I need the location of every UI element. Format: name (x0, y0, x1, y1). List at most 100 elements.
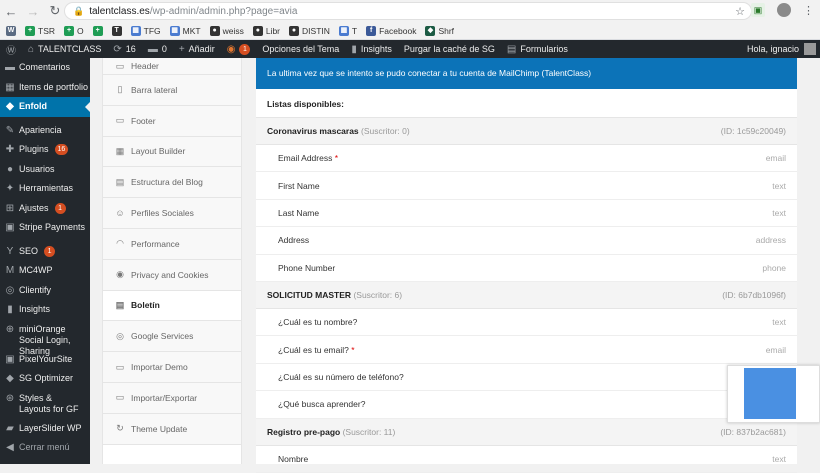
add-new-link[interactable]: + Añadir (173, 40, 221, 58)
purge-cache-link[interactable]: Purgar la caché de SG (398, 40, 501, 58)
theme-menu-label: Importar/Exportar (131, 392, 198, 403)
reload-icon[interactable]: ↻ (44, 3, 66, 19)
field-label: First Name (278, 180, 320, 191)
sidebar-item[interactable]: ▦ Items de portfolio (0, 78, 90, 98)
sidebar-item[interactable]: ✎ Apariencia (0, 121, 90, 141)
field-label: Last Name (278, 207, 320, 218)
sidebar-item[interactable]: ⊞ Ajustes 1 (0, 199, 90, 219)
theme-menu-item[interactable]: ◉ Privacy and Cookies (103, 259, 241, 291)
updates-link[interactable]: ⟳ 16 (107, 40, 141, 58)
field-type: text (772, 453, 786, 464)
user-avatar (804, 43, 816, 55)
field-label: ¿Cuál es su número de teléfono? (278, 371, 404, 382)
account-menu[interactable]: Hola, ignacio (747, 40, 820, 58)
sidebar-item[interactable]: ◀ Cerrar menú (0, 438, 90, 458)
sidebar-item[interactable]: ✦ Herramientas (0, 179, 90, 199)
floating-widget[interactable] (727, 365, 820, 423)
field-label: ¿Qué busca aprender? (278, 399, 366, 410)
list-field-row: ¿Cuál es tu nombre? text (256, 309, 797, 337)
forms-link[interactable]: ▤ Formularios (501, 40, 574, 58)
insights-link[interactable]: ▮ Insights (345, 40, 398, 58)
bookmark-item[interactable]: ◆ Shrf (425, 25, 454, 36)
sidebar-item[interactable]: ● Usuarios (0, 160, 90, 180)
sidebar-item[interactable]: ▣ PixelYourSite (0, 350, 90, 370)
sidebar-item[interactable]: ◆ Enfold (0, 97, 90, 117)
theme-menu-item[interactable]: ↻ Theme Update (103, 413, 241, 445)
extension-icon[interactable]: ▣ (751, 3, 765, 17)
theme-menu-item[interactable]: ◎ Google Services (103, 321, 241, 353)
sidebar-item[interactable]: ▣ Stripe Payments (0, 218, 90, 238)
sidebar-item[interactable]: Y SEO 1 (0, 242, 90, 262)
bookmark-item[interactable]: ▦ TFG (130, 25, 161, 36)
theme-menu-item[interactable]: ▦ Layout Builder (103, 136, 241, 168)
bookmark-item[interactable]: + (92, 25, 103, 36)
theme-menu-item[interactable]: ▭ Importar/Exportar (103, 382, 241, 414)
notifications-link[interactable]: ◉ 1 (221, 40, 257, 58)
sidebar-item[interactable]: ▮ Insights (0, 300, 90, 320)
wordpress-icon: W (6, 25, 16, 36)
update-icon: ↻ (116, 423, 124, 434)
site-name-link[interactable]: ⌂ TALENTCLASS (22, 40, 107, 58)
mailchimp-list-header[interactable]: Coronavirus mascaras (Suscritor: 0) (ID: … (256, 118, 797, 145)
bookmark-item[interactable]: ● DISTIN (289, 25, 330, 36)
plus-icon: + (178, 43, 185, 55)
globe-icon: ● (252, 25, 263, 36)
theme-menu-item[interactable]: ☺ Perfiles Sociales (103, 198, 241, 229)
count-badge: 16 (54, 144, 69, 155)
pixel-icon: ▣ (5, 353, 15, 365)
bookmark-item[interactable]: T (111, 25, 122, 36)
bookmark-item[interactable]: + TSR (25, 25, 55, 36)
theme-menu-item[interactable]: ▭ Header (103, 58, 241, 75)
layers-icon: ▰ (6, 422, 14, 434)
import-icon: ▭ (115, 361, 125, 372)
gauge-icon: ◠ (116, 238, 124, 249)
sidebar-item[interactable]: ⊕ miniOrange Social Login, Sharing (0, 320, 90, 356)
sidebar-item[interactable]: ◎ Clientify (0, 281, 90, 301)
comment-icon: ▬ (5, 62, 15, 73)
comments-link[interactable]: ▬ 0 (142, 40, 173, 58)
sidebar-item-label: PixelYourSite (19, 353, 73, 364)
mailchimp-list-header[interactable]: Registro pre-pago (Suscritor: 11) (ID: 83… (256, 418, 797, 446)
bookmark-item[interactable]: + O (64, 25, 84, 36)
bookmark-item[interactable]: ▦ T (338, 25, 357, 36)
bookmark-item[interactable]: ▦ MKT (169, 25, 201, 36)
address-bar[interactable]: 🔒 talentclass.es/wp-admin/admin.php?page… (64, 2, 752, 20)
theme-menu-item[interactable]: ▤ Estructura del Blog (103, 167, 241, 199)
theme-menu-item[interactable]: ▭ Importar Demo (103, 352, 241, 383)
field-type: text (772, 180, 786, 191)
profile-avatar[interactable] (777, 3, 791, 17)
theme-menu-item[interactable]: ▭ Footer (103, 105, 241, 137)
sidebar-item[interactable]: ▬ Comentarios (0, 58, 90, 78)
bookmark-label: DISTIN (302, 25, 330, 36)
theme-menu-item[interactable]: ▯ Barra lateral (103, 75, 241, 106)
back-icon[interactable]: ← (0, 4, 22, 19)
sidebar-item-label: Enfold (19, 101, 47, 111)
field-label-wrap: ¿Qué busca aprender? (278, 399, 365, 409)
mailchimp-list-header[interactable]: SOLICITUD MASTER (Suscritor: 6) (ID: 6b7d… (256, 281, 797, 309)
sidebar-item[interactable]: ✚ Plugins 16 (0, 140, 90, 160)
theme-menu-item[interactable]: ▤ Boletín (103, 290, 241, 322)
sidebar-item[interactable]: ◆ SG Optimizer (0, 369, 90, 389)
theme-options-link[interactable]: Opciones del Tema (256, 40, 345, 58)
bookmark-item[interactable]: ● Libr (252, 25, 280, 36)
field-type: text (772, 207, 786, 218)
sidebar-item[interactable]: ⊛ Styles & Layouts for GF (0, 389, 90, 419)
stripe-icon: ▣ (5, 222, 15, 233)
bookmarks-bar: W + TSR + O + T ▦ TFG ▦ MKT ● weiss ● Libr ● DISTIN ▦ Tf Fa… (0, 22, 820, 40)
bookmark-item[interactable]: ● weiss (209, 25, 244, 36)
list-field-row: First Name text (256, 172, 797, 200)
user-icon: ● (6, 163, 14, 175)
wrench-icon: ✦ (5, 183, 15, 194)
menu-kebab-icon[interactable]: ⋮ (803, 4, 814, 17)
forward-icon[interactable]: → (22, 4, 44, 19)
theme-menu-item[interactable]: ◠ Performance (103, 228, 241, 260)
bookmark-item[interactable]: W (6, 25, 16, 36)
newsletter-icon: ▤ (115, 299, 125, 310)
sidebar-item[interactable]: M MC4WP (0, 261, 90, 281)
sidebar-item[interactable]: ▰ LayerSlider WP (0, 419, 90, 439)
site-name: TALENTCLASS (38, 44, 102, 54)
wp-logo[interactable]: Ⓦ (0, 40, 22, 58)
bookmark-item[interactable]: f Facebook (366, 25, 416, 36)
bookmark-star-icon[interactable]: ☆ (735, 5, 745, 18)
field-type: phone (762, 262, 786, 273)
